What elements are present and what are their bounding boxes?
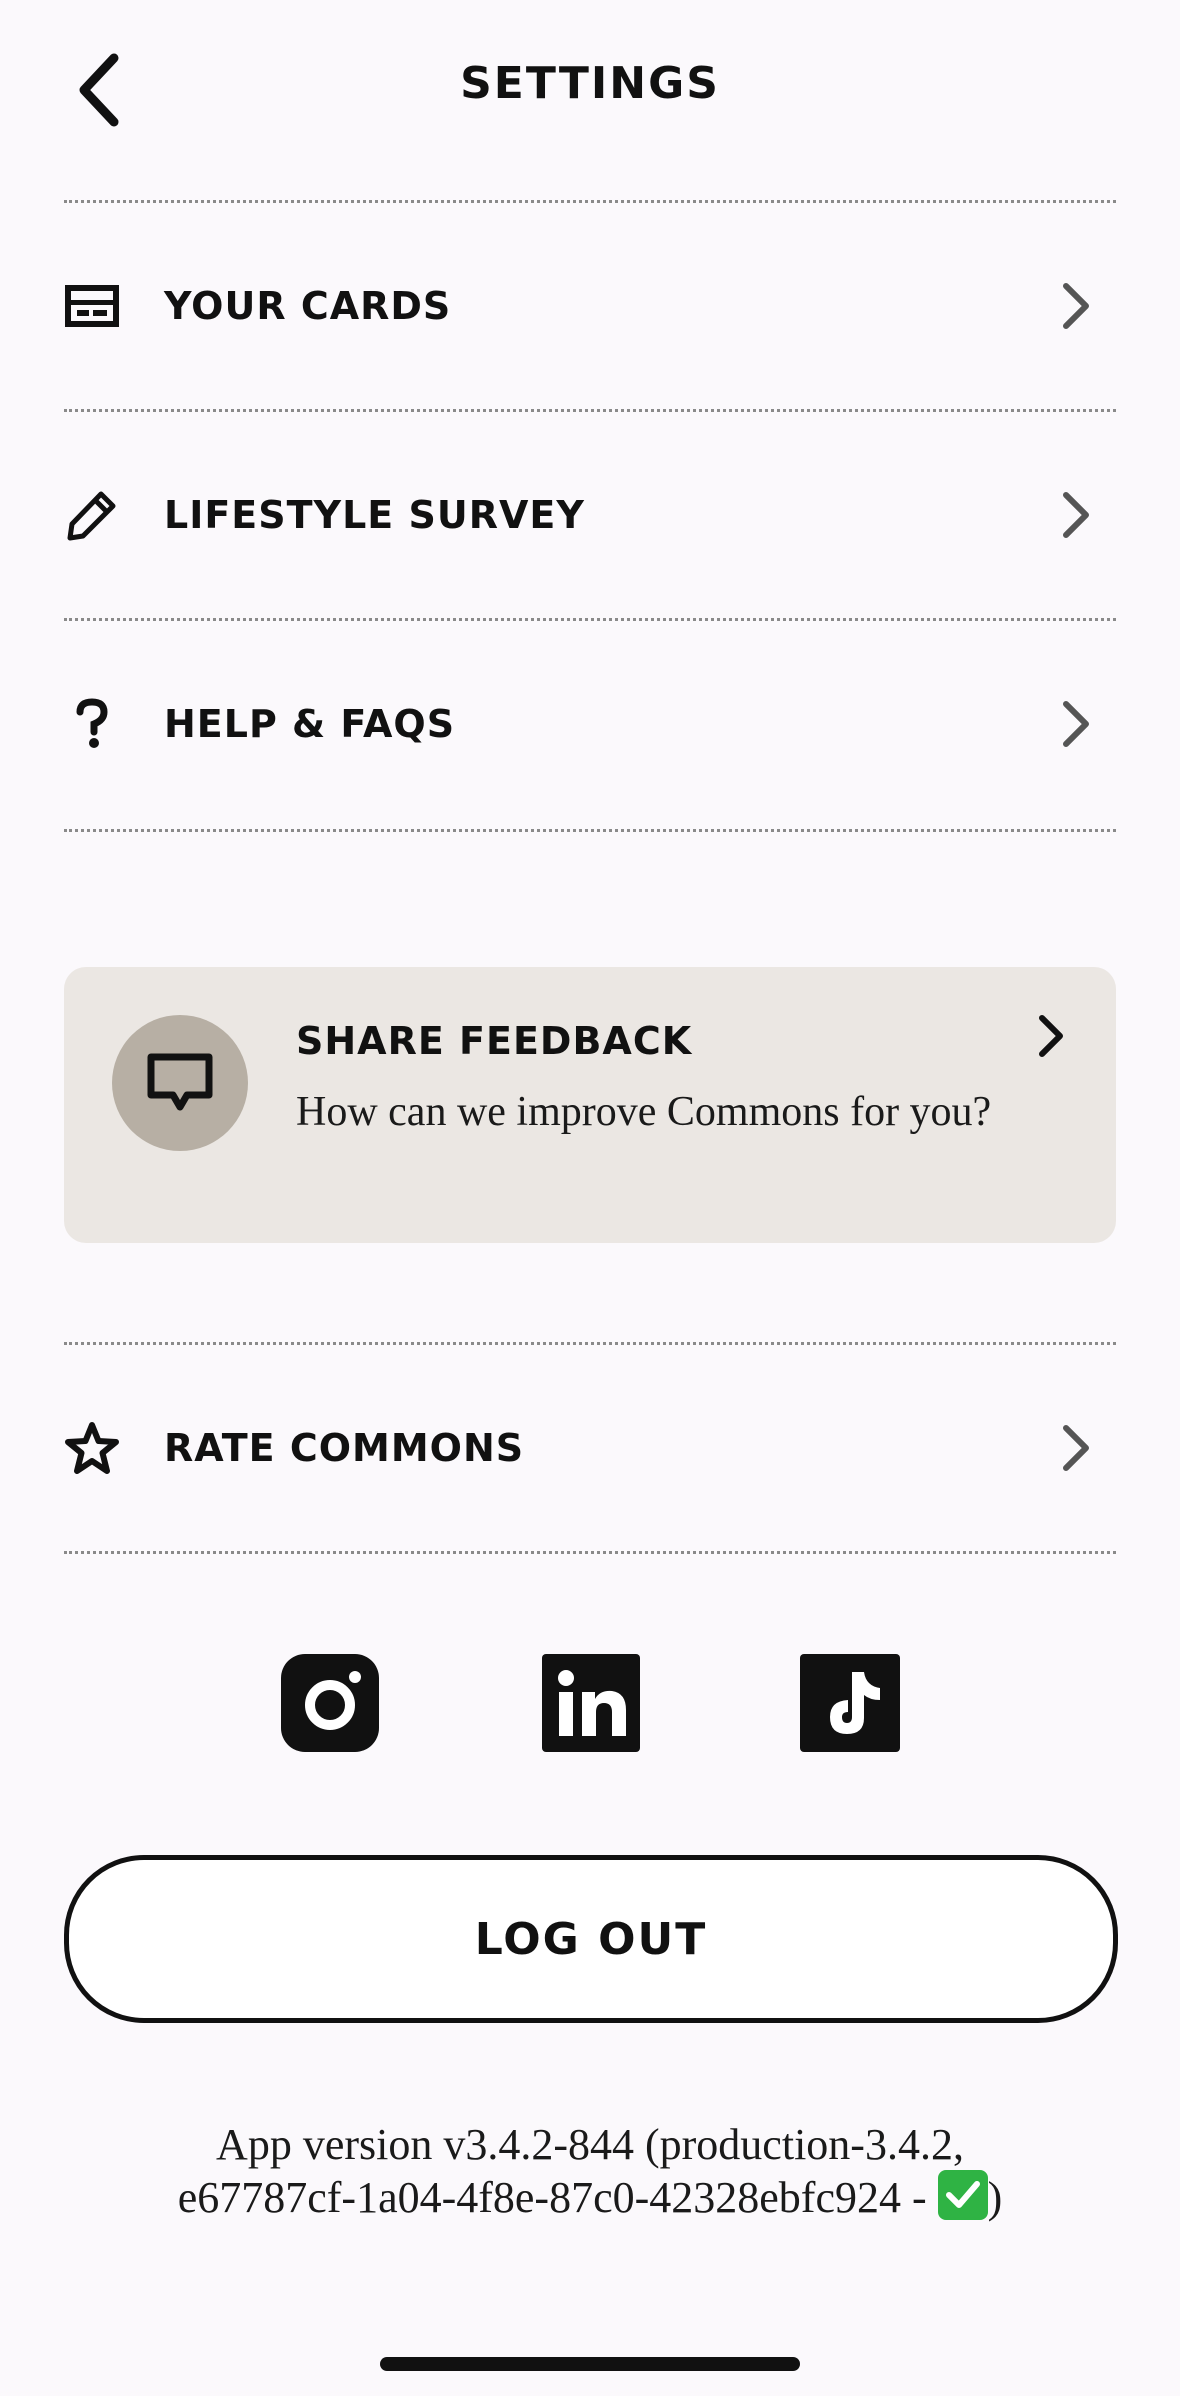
menu-item-rate-commons[interactable]: RATE COMMONS <box>64 1345 1116 1551</box>
feedback-title: SHARE FEEDBACK <box>296 1019 693 1063</box>
version-line-1: App version v3.4.2-844 (production-3.4.2… <box>216 2120 964 2169</box>
chat-bubble-icon <box>147 1053 213 1111</box>
question-icon <box>64 696 120 752</box>
share-feedback-card[interactable]: SHARE FEEDBACK How can we improve Common… <box>64 967 1116 1243</box>
divider <box>64 829 1116 832</box>
chevron-right-icon <box>1026 1011 1076 1061</box>
app-version: App version v3.4.2-844 (production-3.4.2… <box>0 2120 1180 2223</box>
version-hash: e67787cf-1a04-4f8e-87c0-42328ebfc924 - <box>177 2173 938 2222</box>
feedback-subtitle: How can we improve Commons for you? <box>296 1089 992 1135</box>
version-suffix: ) <box>987 2173 1003 2222</box>
chevron-right-icon <box>1046 1418 1106 1478</box>
version-line-2: e67787cf-1a04-4f8e-87c0-42328ebfc924 - ) <box>0 2170 1180 2223</box>
feedback-avatar <box>112 1015 248 1151</box>
logout-button[interactable]: LOG OUT <box>64 1855 1118 2023</box>
menu-item-lifestyle-survey[interactable]: LIFESTYLE SURVEY <box>64 412 1116 618</box>
page-title: SETTINGS <box>460 58 720 109</box>
menu-item-help-faqs[interactable]: HELP & FAQS <box>64 621 1116 827</box>
linkedin-icon[interactable] <box>542 1654 640 1752</box>
instagram-icon[interactable] <box>281 1654 379 1752</box>
pencil-icon <box>64 487 120 543</box>
menu-item-label: HELP & FAQS <box>164 702 456 746</box>
divider <box>64 1551 1116 1554</box>
tiktok-icon[interactable] <box>800 1654 900 1752</box>
card-icon <box>64 278 120 334</box>
check-mark-icon <box>937 2170 988 2220</box>
star-icon <box>64 1420 120 1476</box>
menu-item-your-cards[interactable]: YOUR CARDS <box>64 203 1116 409</box>
menu-item-label: LIFESTYLE SURVEY <box>164 493 585 537</box>
menu-item-label: YOUR CARDS <box>164 284 452 328</box>
chevron-right-icon <box>1046 276 1106 336</box>
chevron-right-icon <box>1046 694 1106 754</box>
header: SETTINGS <box>0 0 1180 180</box>
menu-item-label: RATE COMMONS <box>164 1426 525 1470</box>
chevron-right-icon <box>1046 485 1106 545</box>
home-indicator <box>380 2357 800 2371</box>
